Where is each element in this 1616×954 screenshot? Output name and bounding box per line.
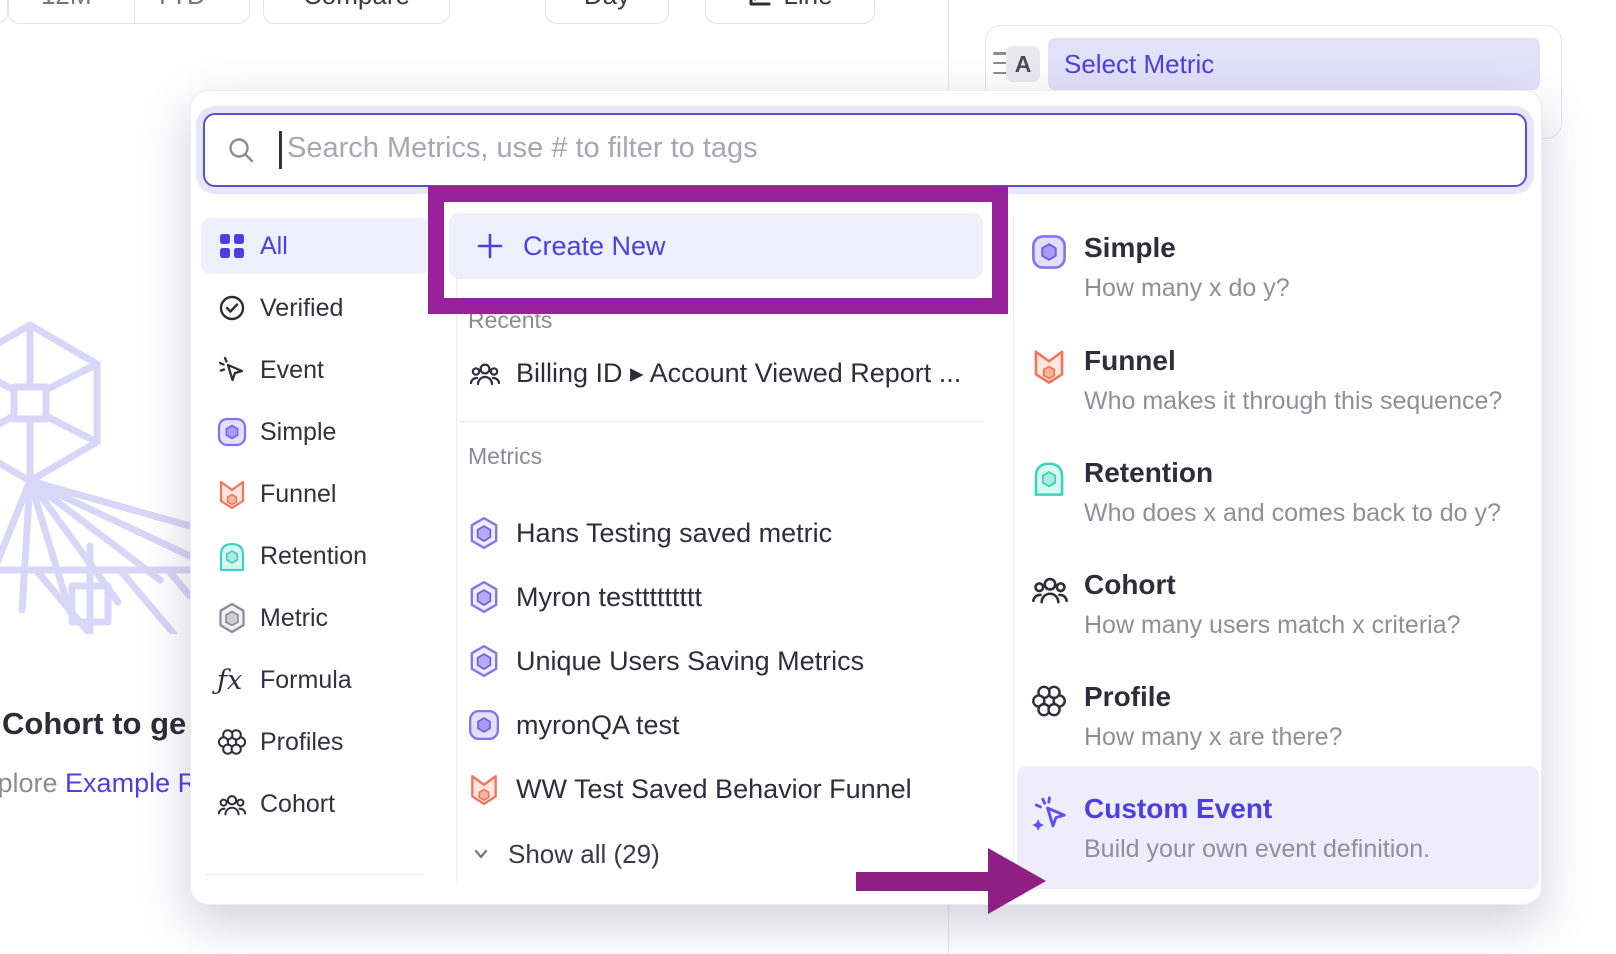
saved-metric-icon [468,644,500,678]
verified-badge-icon [217,292,247,324]
type-option-cohort[interactable]: Cohort How many users match x criteria? [1017,569,1539,649]
sidebar-item-tags[interactable]: Tags [201,889,431,905]
app-root: Cohort to ge xplore Example R 12M YTD Co… [0,0,1616,954]
saved-metric-icon [468,580,500,614]
search-placeholder: Search Metrics, use # to filter to tags [287,132,758,165]
empty-state-subline: xplore Example R [0,768,197,799]
line-chart-icon [747,0,773,8]
sidebar-item-verified[interactable]: Verified [201,280,431,336]
series-badge: A [1006,46,1040,82]
sidebar-item-event[interactable]: Event [201,342,431,398]
metric-list-item[interactable]: WW Test Saved Behavior Funnel [468,758,988,820]
recent-item[interactable]: Billing ID ▸ Account Viewed Report ... [468,349,961,397]
empty-state-illustration [0,318,190,634]
chevron-down-icon [214,0,230,3]
text-caret [279,131,282,169]
chart-type-line-button[interactable]: Line [705,0,875,24]
explore-text: xplore [0,768,65,798]
sidebar-item-simple[interactable]: Simple [201,404,431,460]
metric-list-item[interactable]: Unique Users Saving Metrics [468,630,988,692]
annotation-highlight-box [428,186,1008,314]
show-all-button[interactable]: Show all (29) [472,831,660,877]
sidebar-item-cohort[interactable]: Cohort [201,776,431,832]
profiles-cluster-icon [1031,683,1067,719]
granularity-day-button[interactable]: Day [545,0,669,24]
cohort-people-icon [217,788,247,820]
chevron-down-icon [472,845,490,863]
annotation-arrow [856,872,992,891]
sidebar-item-funnel[interactable]: Funnel [201,466,431,522]
sidebar-item-profiles[interactable]: Profiles [201,714,431,770]
example-reports-link[interactable]: Example R [65,768,197,798]
retention-icon [217,540,247,572]
simple-metric-icon [468,709,500,741]
search-input[interactable]: Search Metrics, use # to filter to tags [203,113,1527,187]
range-ytd-button[interactable]: YTD [134,0,250,23]
metric-hexagon-icon [217,602,247,634]
range-12m-button[interactable]: 12M [9,0,124,23]
annotation-arrow-head [988,848,1046,914]
metrics-section-label: Metrics [468,443,542,470]
sidebar-item-formula[interactable]: ƒx Formula [201,652,431,708]
empty-state-headline: Cohort to ge [2,706,186,742]
funnel-icon [217,478,247,510]
metric-list-item[interactable]: myronQA test [468,694,988,756]
metric-list-item[interactable]: Myron testtttttttt [468,566,988,628]
types-separator [1013,217,1014,883]
profiles-cluster-icon [217,726,247,758]
compare-button[interactable]: Compare [263,0,450,24]
type-option-custom-event[interactable]: Custom Event Build your own event defini… [1017,766,1539,889]
saved-metric-icon [468,516,500,550]
sidebar-item-metric[interactable]: Metric [201,590,431,646]
simple-metric-icon [217,416,247,448]
type-option-retention[interactable]: Retention Who does x and comes back to d… [1017,457,1539,537]
select-metric-button[interactable]: Select Metric [1048,38,1540,90]
sidebar-divider [205,874,423,875]
sidebar-item-all[interactable]: All [201,218,431,274]
grid-icon [217,230,247,262]
type-option-simple[interactable]: Simple How many x do y? [1017,232,1539,312]
metric-list-item[interactable]: Hans Testing saved metric [468,502,988,564]
type-option-profile[interactable]: Profile How many x are there? [1017,681,1539,761]
metrics-divider [459,421,983,422]
custom-event-icon [1031,795,1069,833]
formula-icon: ƒx [217,664,247,696]
funnel-icon [468,772,500,806]
type-option-funnel[interactable]: Funnel Who makes it through this sequenc… [1017,345,1539,425]
toolbar-edge-button[interactable] [0,0,8,24]
simple-metric-icon [1031,234,1067,270]
cohort-people-icon [1031,571,1069,607]
retention-icon [1031,459,1067,497]
sidebar-item-retention[interactable]: Retention [201,528,431,584]
search-icon [227,136,255,164]
event-cursor-icon [217,354,247,386]
funnel-icon [1031,347,1067,385]
tag-icon [217,901,247,905]
date-range-segmented-control: 12M YTD [8,0,250,24]
sidebar-separator [456,217,457,883]
cohort-people-icon [468,358,502,388]
